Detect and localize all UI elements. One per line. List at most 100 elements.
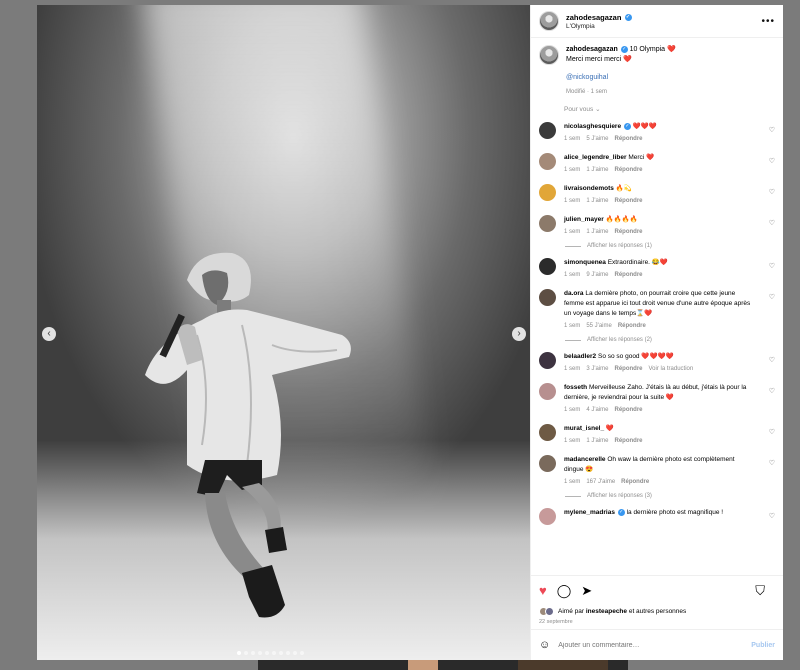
reply-button[interactable]: Répondre bbox=[615, 167, 643, 173]
comment-likes[interactable]: 1 J'aime bbox=[586, 229, 608, 235]
avatar[interactable] bbox=[539, 215, 556, 232]
comment-meta bbox=[564, 520, 752, 530]
comment-thread: nicolasghesquiere ✓ ❤️❤️❤️ 1 sem 5 J'aime… bbox=[539, 122, 775, 530]
comments-list[interactable]: zahodesagazan ✓ 10 Olympia ❤️ Merci merc… bbox=[531, 38, 783, 575]
comment-time: 1 sem bbox=[564, 323, 581, 329]
comment-username[interactable]: mylene_madrias bbox=[564, 509, 615, 516]
comment-username[interactable]: fosseth bbox=[564, 384, 587, 391]
post-location[interactable]: L'Olympia bbox=[566, 23, 761, 30]
liked-user-link[interactable]: inesteapeche bbox=[586, 608, 627, 615]
comment-block: mylene_madrias ✓ la dernière photo est m… bbox=[539, 508, 775, 530]
avatar[interactable] bbox=[539, 289, 556, 306]
comment-likes[interactable]: 3 J'aime bbox=[586, 366, 608, 372]
reply-button[interactable]: Répondre bbox=[615, 438, 643, 444]
comments-sort-dropdown[interactable]: Pour vous ⌄ bbox=[564, 105, 775, 113]
comment-likes[interactable]: 9 J'aime bbox=[586, 272, 608, 278]
heart-outline-icon[interactable]: ♡ bbox=[769, 188, 775, 196]
comment-likes[interactable]: 5 J'aime bbox=[586, 136, 608, 142]
reply-button[interactable]: Répondre bbox=[615, 407, 643, 413]
show-replies-button[interactable]: Afficher les réponses (2) bbox=[565, 337, 775, 343]
reply-button[interactable]: Répondre bbox=[618, 323, 646, 329]
performer-figure bbox=[145, 252, 351, 618]
avatar[interactable] bbox=[539, 122, 556, 139]
comment-text: Extraordinaire. 😂❤️ bbox=[607, 259, 668, 266]
liked-prefix: Aimé par bbox=[558, 607, 585, 615]
carousel-dot bbox=[237, 651, 241, 655]
heart-outline-icon[interactable]: ♡ bbox=[769, 428, 775, 436]
author-username[interactable]: zahodesagazan bbox=[566, 13, 621, 22]
show-replies-button[interactable]: Afficher les réponses (3) bbox=[565, 493, 775, 499]
avatar[interactable] bbox=[539, 424, 556, 441]
avatar[interactable] bbox=[539, 11, 559, 31]
comment-likes[interactable]: 1 J'aime bbox=[586, 167, 608, 173]
reply-button[interactable]: Répondre bbox=[615, 229, 643, 235]
bookmark-icon[interactable]: ⛉ bbox=[755, 584, 765, 597]
post-date: 22 septembre bbox=[539, 619, 573, 625]
comment-block: alice_legendre_liber Merci ❤️ 1 sem 1 J'a… bbox=[539, 153, 775, 175]
heart-icon[interactable]: ♥ bbox=[539, 584, 547, 597]
avatar[interactable] bbox=[539, 383, 556, 400]
comment-username[interactable]: belaadler2 bbox=[564, 353, 596, 360]
carousel-dot bbox=[258, 651, 262, 655]
comment-text: ❤️❤️❤️ bbox=[632, 123, 657, 130]
heart-outline-icon[interactable]: ♡ bbox=[769, 356, 775, 364]
post-photo[interactable]: ‹ › bbox=[37, 5, 530, 660]
avatar[interactable] bbox=[539, 45, 559, 65]
paper-plane-icon[interactable]: ➤ bbox=[581, 584, 592, 597]
heart-outline-icon[interactable]: ♡ bbox=[769, 293, 775, 301]
comment-block: livraisondemots 🔥💫 1 sem 1 J'aime Répondre… bbox=[539, 184, 775, 206]
reply-button[interactable]: Répondre bbox=[615, 136, 643, 142]
post-comment-button[interactable]: Publier bbox=[751, 642, 775, 649]
caption-username[interactable]: zahodesagazan bbox=[566, 46, 618, 53]
liked-suffix[interactable]: et autres personnes bbox=[629, 608, 686, 615]
comment-username[interactable]: julien_mayer bbox=[564, 216, 604, 223]
comment-username[interactable]: nicolasghesquiere bbox=[564, 123, 621, 130]
avatar[interactable] bbox=[539, 455, 556, 472]
comment-likes[interactable]: 55 J'aime bbox=[586, 323, 612, 329]
comment-username[interactable]: simonquenea bbox=[564, 259, 606, 266]
reply-button[interactable]: Répondre bbox=[615, 198, 643, 204]
avatar[interactable] bbox=[539, 508, 556, 525]
comment-block: murat_isnel_ ❤️ 1 sem 1 J'aime Répondre ♡ bbox=[539, 424, 775, 446]
reply-button[interactable]: Répondre bbox=[615, 272, 643, 278]
carousel-dot bbox=[286, 651, 290, 655]
heart-outline-icon[interactable]: ♡ bbox=[769, 459, 775, 467]
smiley-icon[interactable]: ☺ bbox=[539, 639, 550, 651]
heart-outline-icon[interactable]: ♡ bbox=[769, 157, 775, 165]
comment-likes[interactable]: 167 J'aime bbox=[586, 479, 615, 485]
comment-row: simonquenea Extraordinaire. 😂❤️ 1 sem 9 J… bbox=[539, 258, 775, 280]
caption-mention-link[interactable]: @nickoguihal bbox=[566, 73, 676, 83]
prev-photo-button[interactable]: ‹ bbox=[42, 327, 56, 341]
post-actions: ♥ ◯ ➤ ⛉ bbox=[531, 575, 783, 605]
comment-username[interactable]: livraisondemots bbox=[564, 185, 614, 192]
comment-username[interactable]: murat_isnel_ bbox=[564, 425, 604, 432]
heart-outline-icon[interactable]: ♡ bbox=[769, 512, 775, 520]
heart-outline-icon[interactable]: ♡ bbox=[769, 262, 775, 270]
comment-likes[interactable]: 4 J'aime bbox=[586, 407, 608, 413]
heart-outline-icon[interactable]: ♡ bbox=[769, 126, 775, 134]
more-options-icon[interactable]: ••• bbox=[761, 16, 775, 27]
comment-likes[interactable]: 1 J'aime bbox=[586, 438, 608, 444]
avatar[interactable] bbox=[539, 153, 556, 170]
next-photo-button[interactable]: › bbox=[512, 327, 526, 341]
comment-row: belaadler2 So so so good ❤️❤️❤️❤️ 1 sem 3… bbox=[539, 352, 775, 374]
verified-badge-icon: ✓ bbox=[620, 45, 628, 53]
translate-link[interactable]: Voir la traduction bbox=[649, 366, 694, 372]
comment-meta: 1 sem 3 J'aime Répondre Voir la traduction bbox=[564, 364, 752, 374]
show-replies-button[interactable]: Afficher les réponses (1) bbox=[565, 243, 775, 249]
avatar[interactable] bbox=[539, 184, 556, 201]
comment-likes[interactable]: 1 J'aime bbox=[586, 198, 608, 204]
comment-username[interactable]: da.ora bbox=[564, 290, 584, 297]
avatar[interactable] bbox=[539, 258, 556, 275]
comment-bubble-icon[interactable]: ◯ bbox=[557, 584, 572, 597]
comment-input[interactable] bbox=[558, 641, 752, 649]
comment-username[interactable]: alice_legendre_liber bbox=[564, 154, 627, 161]
comment-username[interactable]: madancerelle bbox=[564, 456, 606, 463]
avatar[interactable] bbox=[539, 352, 556, 369]
heart-outline-icon[interactable]: ♡ bbox=[769, 387, 775, 395]
comment-block: fosseth Merveilleuse Zaho. J'étais là au… bbox=[539, 383, 775, 415]
reply-button[interactable]: Répondre bbox=[621, 479, 649, 485]
carousel-dot bbox=[300, 651, 304, 655]
reply-button[interactable]: Répondre bbox=[615, 366, 643, 372]
heart-outline-icon[interactable]: ♡ bbox=[769, 219, 775, 227]
